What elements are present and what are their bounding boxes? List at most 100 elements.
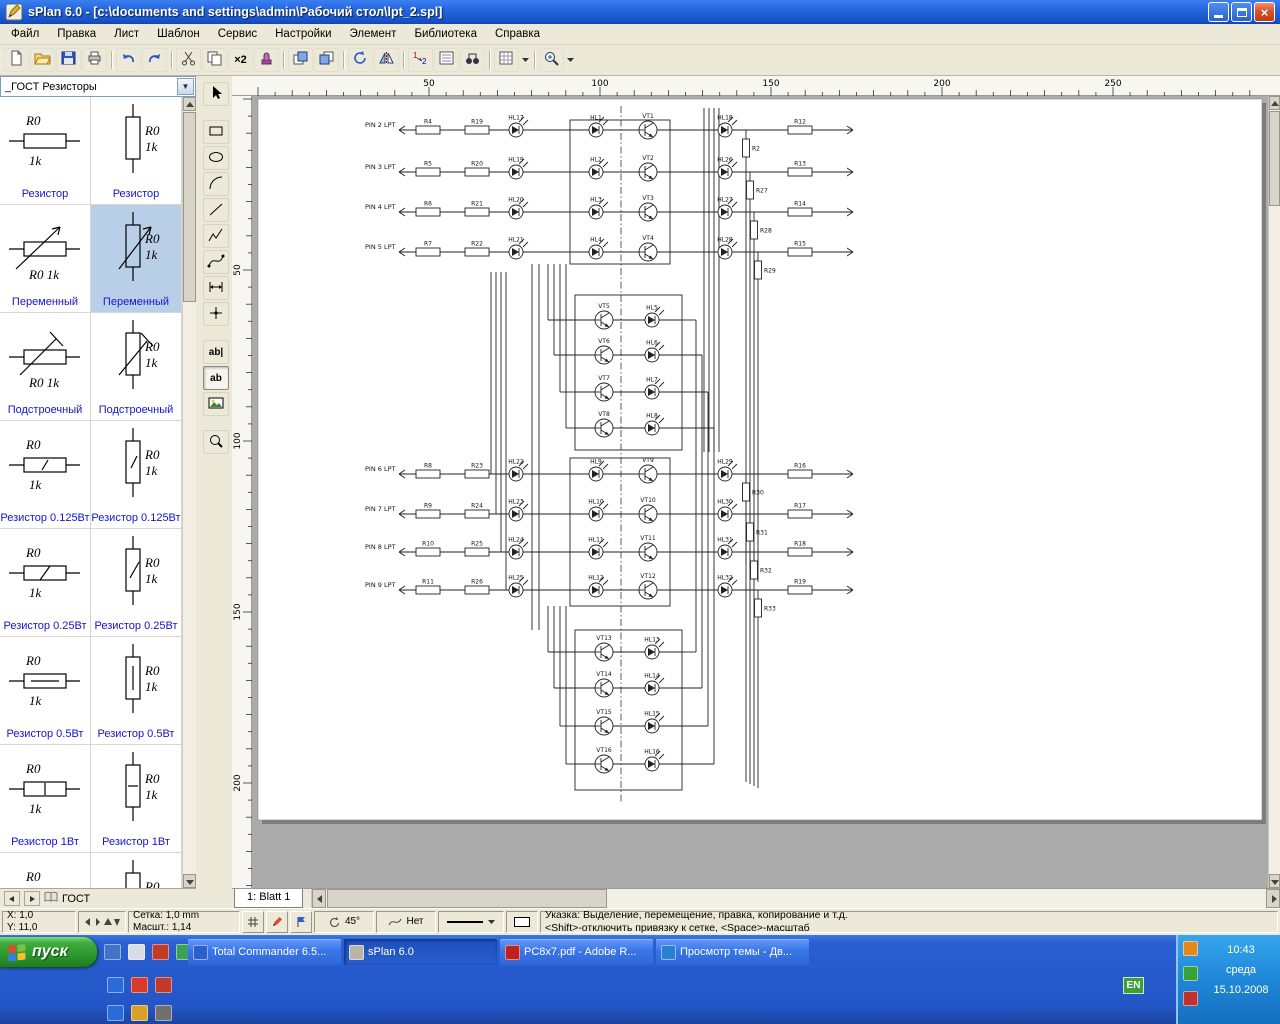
- line-style-selector[interactable]: [438, 911, 504, 933]
- dimension-tool[interactable]: [203, 276, 229, 300]
- tray-icon-green[interactable]: [1183, 966, 1198, 981]
- menu-settings[interactable]: Настройки: [266, 25, 340, 43]
- library-item-8[interactable]: R01kРезистор 0.25Вт: [0, 529, 91, 637]
- save-button[interactable]: [56, 48, 81, 72]
- library-selector-dropdown-icon[interactable]: [177, 78, 194, 95]
- to-back-button[interactable]: [314, 48, 339, 72]
- menu-edit[interactable]: Правка: [48, 25, 105, 43]
- menu-element[interactable]: Элемент: [341, 25, 406, 43]
- quicklaunch-icon-2[interactable]: [128, 944, 145, 960]
- grid-dropdown-arrow[interactable]: [520, 48, 530, 72]
- quicklaunch-icon-10[interactable]: [155, 1005, 172, 1021]
- to-front-button[interactable]: [288, 48, 313, 72]
- line-tool[interactable]: [203, 198, 229, 222]
- list-button[interactable]: [434, 48, 459, 72]
- zoom-tool[interactable]: [203, 430, 229, 454]
- zoom-dropdown-arrow[interactable]: [565, 48, 575, 72]
- quicklaunch-icon-6[interactable]: [131, 977, 148, 993]
- zoom-button[interactable]: [539, 48, 564, 72]
- redo-button[interactable]: [142, 48, 167, 72]
- menu-sheet[interactable]: Лист: [105, 25, 148, 43]
- library-scroll-thumb[interactable]: [183, 112, 196, 302]
- library-prev-button[interactable]: [4, 891, 20, 906]
- canvas-hscroll-thumb[interactable]: [327, 889, 607, 908]
- tray-icon-orange[interactable]: [1183, 941, 1198, 956]
- bezier-tool[interactable]: [203, 250, 229, 274]
- quicklaunch-icon-8[interactable]: [107, 1005, 124, 1021]
- language-indicator[interactable]: EN: [1123, 977, 1144, 994]
- open-button[interactable]: [30, 48, 55, 72]
- renumber-button[interactable]: 12: [408, 48, 433, 72]
- rotation-step[interactable]: 45°: [314, 911, 374, 933]
- textbox-tool[interactable]: ab: [203, 366, 229, 390]
- grid-toggle-button[interactable]: [242, 911, 264, 933]
- scroll-down-icon[interactable]: [183, 874, 196, 888]
- schematic-canvas[interactable]: PIN 2 LPTR4R19HL17HL1VT1HL18R2R12PIN 3 L…: [252, 96, 1268, 888]
- menu-help[interactable]: Справка: [486, 25, 549, 43]
- library-item-11[interactable]: R01kРезистор 0.5Вт: [91, 637, 182, 745]
- library-item-3[interactable]: R01kПеременный: [91, 205, 182, 313]
- scroll-right-icon[interactable]: [1266, 889, 1280, 908]
- taskbar-task-0[interactable]: Total Commander 6.5...: [188, 939, 341, 965]
- sheet-tab[interactable]: 1: Blatt 1: [234, 889, 303, 908]
- new-button[interactable]: [4, 48, 29, 72]
- restore-button[interactable]: [1231, 2, 1252, 22]
- library-item-15[interactable]: R01k: [91, 853, 182, 888]
- quicklaunch-icon-1[interactable]: [104, 944, 121, 960]
- quicklaunch-icon-3[interactable]: [152, 944, 169, 960]
- taskbar-task-2[interactable]: PC8x7.pdf - Adobe R...: [500, 939, 653, 965]
- rotate-button[interactable]: [348, 48, 373, 72]
- library-item-9[interactable]: R01kРезистор 0.25Вт: [91, 529, 182, 637]
- library-item-5[interactable]: R01kПодстроечный: [91, 313, 182, 421]
- library-item-6[interactable]: R01kРезистор 0.125Вт: [0, 421, 91, 529]
- library-next-button[interactable]: [24, 891, 40, 906]
- library-item-1[interactable]: R01kРезистор: [91, 97, 182, 205]
- library-item-12[interactable]: R01kРезистор 1Вт: [0, 745, 91, 853]
- close-button[interactable]: ×: [1254, 2, 1275, 22]
- library-item-7[interactable]: R01kРезистор 0.125Вт: [91, 421, 182, 529]
- flag-button[interactable]: [290, 911, 312, 933]
- minimize-button[interactable]: [1208, 2, 1229, 22]
- select-tool[interactable]: [203, 82, 229, 106]
- fill-style-selector[interactable]: [506, 911, 538, 933]
- grid-button[interactable]: [494, 48, 519, 72]
- taskbar-task-3[interactable]: Просмотр темы - Дв...: [656, 939, 809, 965]
- menu-file[interactable]: Файл: [2, 25, 48, 43]
- library-scrollbar[interactable]: [182, 97, 196, 888]
- start-button[interactable]: пуск: [0, 937, 97, 967]
- line-ending-selector[interactable]: Нет: [376, 911, 436, 933]
- search-button[interactable]: [460, 48, 485, 72]
- print-button[interactable]: [82, 48, 107, 72]
- quicklaunch-icon-7[interactable]: [155, 977, 172, 993]
- mirror-button[interactable]: [374, 48, 399, 72]
- arc-tool[interactable]: [203, 172, 229, 196]
- library-item-14[interactable]: R01k: [0, 853, 91, 888]
- library-item-4[interactable]: R0 1kПодстроечный: [0, 313, 91, 421]
- canvas-vscroll-thumb[interactable]: [1269, 111, 1280, 206]
- library-item-13[interactable]: R01kРезистор 1Вт: [91, 745, 182, 853]
- copy-button[interactable]: [202, 48, 227, 72]
- quicklaunch-icon-9[interactable]: [131, 1005, 148, 1021]
- tray-icon-red[interactable]: [1183, 991, 1198, 1006]
- point-tool[interactable]: [203, 302, 229, 326]
- canvas-horizontal-scrollbar[interactable]: [311, 889, 1280, 908]
- library-item-10[interactable]: R01kРезистор 0.5Вт: [0, 637, 91, 745]
- library-selector[interactable]: _ГОСТ Резисторы: [0, 76, 196, 97]
- image-tool[interactable]: [203, 392, 229, 416]
- menu-library[interactable]: Библиотека: [405, 25, 486, 43]
- library-item-0[interactable]: R01kРезистор: [0, 97, 91, 205]
- cut-button[interactable]: [176, 48, 201, 72]
- scroll-up-icon[interactable]: [183, 97, 196, 111]
- rectangle-tool[interactable]: [203, 120, 229, 144]
- undo-button[interactable]: [116, 48, 141, 72]
- canvas-vertical-scrollbar[interactable]: [1268, 96, 1280, 888]
- menu-service[interactable]: Сервис: [209, 25, 266, 43]
- taskbar-task-1[interactable]: sPlan 6.0: [344, 939, 497, 965]
- scroll-down-icon[interactable]: [1269, 874, 1280, 888]
- duplicate-button[interactable]: ×2: [228, 48, 253, 72]
- edit-mode-button[interactable]: [266, 911, 288, 933]
- nav-pad[interactable]: [78, 911, 126, 933]
- scroll-up-icon[interactable]: [1269, 96, 1280, 110]
- quicklaunch-icon-5[interactable]: [107, 977, 124, 993]
- ellipse-tool[interactable]: [203, 146, 229, 170]
